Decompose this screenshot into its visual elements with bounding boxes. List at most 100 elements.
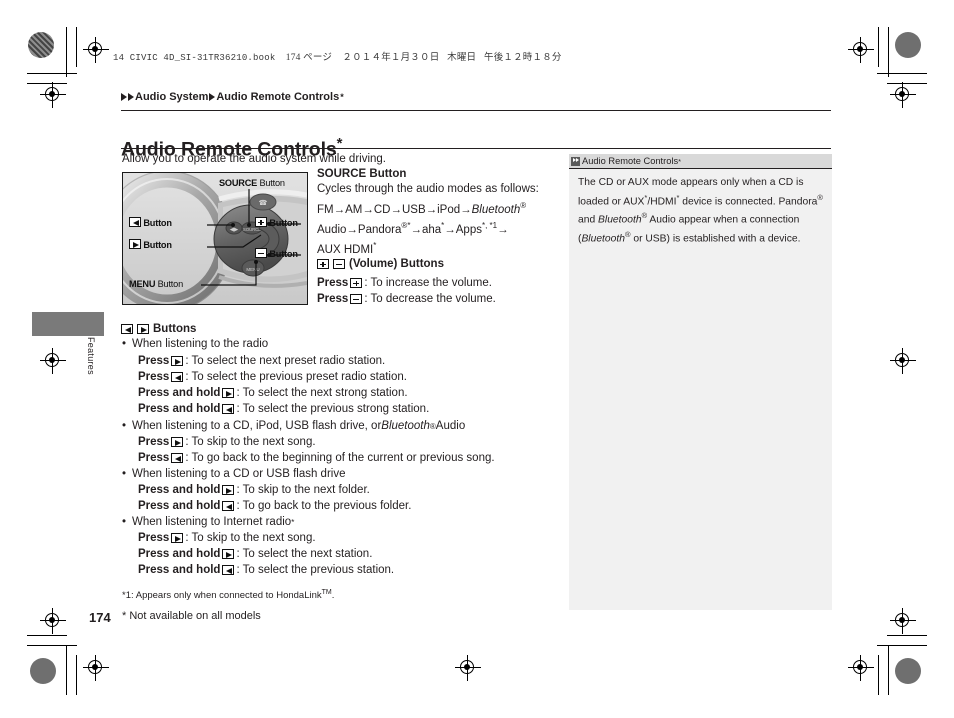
book-filename: 14 CIVIC 4D_SI-31TR36210.book xyxy=(113,53,276,63)
note-text-part2: /HDMI xyxy=(647,195,677,207)
lr-g3-bullet-sup: * xyxy=(291,517,295,527)
lr-section-heading: Buttons xyxy=(121,323,196,335)
chevron-right-icon xyxy=(121,93,127,101)
lr-g1-bullet-a: When listening to a CD, iPod, USB flash … xyxy=(132,420,382,432)
lr-g3-r2-press: Press and hold xyxy=(138,564,221,576)
section-thumb-tab xyxy=(32,312,104,336)
registration-mark-bottom-left xyxy=(40,608,66,634)
breadcrumb-item-audio-system[interactable]: Audio System xyxy=(135,91,208,103)
footnote-hondalink-b: . xyxy=(331,590,335,602)
right-arrow-icon xyxy=(137,324,149,334)
lr-g1-r1-press: Press xyxy=(138,452,170,464)
steering-wheel-figure: ☎ ◀▶ SOURCE + – MENU xyxy=(122,172,308,305)
figure-label-plus-button: Button xyxy=(255,217,298,228)
source-chain-line3: AUX HDMI* xyxy=(317,238,547,258)
page-number: 174 xyxy=(89,610,111,625)
figure-label-plus-text: Button xyxy=(269,218,298,228)
list-item: Press : To skip to the next song. xyxy=(138,532,316,544)
figure-label-menu-button: MENU Button xyxy=(129,279,183,289)
bullet-icon: • xyxy=(122,420,127,432)
list-item: Press : To go back to the beginning of t… xyxy=(138,452,495,464)
print-density-blob-top-right xyxy=(895,32,921,58)
right-arrow-icon xyxy=(171,437,184,447)
plus-icon xyxy=(317,259,329,269)
registration-mark-left-mid xyxy=(40,348,66,374)
right-arrow-icon xyxy=(129,239,141,249)
source-chain-2f: →Apps xyxy=(444,223,482,236)
lr-g1-r0-text: : To skip to the next song. xyxy=(185,436,316,448)
left-arrow-icon xyxy=(171,453,184,463)
lr-g0-r0-text: : To select the next preset radio statio… xyxy=(185,355,386,367)
list-item: Press and hold : To select the next stat… xyxy=(138,548,372,560)
minus-icon xyxy=(255,248,267,258)
book-time: 午後１２時１８分 xyxy=(484,53,562,63)
figure-label-minus-button: Button xyxy=(255,248,298,259)
bullet-icon: • xyxy=(122,338,127,350)
footnote-not-available: * Not available on all models xyxy=(122,610,261,622)
figure-label-left-button: Button xyxy=(129,217,172,228)
note-text-italic2: Bluetooth xyxy=(581,233,625,245)
print-density-blob-bottom-left xyxy=(30,658,56,684)
lr-g2-r1-press: Press and hold xyxy=(138,500,221,512)
list-item: • When listening to a CD or USB flash dr… xyxy=(122,468,345,480)
figure-label-menu: MENU xyxy=(129,279,156,289)
volume-row-increase-press: Press xyxy=(317,277,349,289)
lr-g2-r1-text: : To go back to the previous folder. xyxy=(236,500,412,512)
lr-g3-r0-text: : To skip to the next song. xyxy=(185,532,316,544)
minus-icon xyxy=(350,294,363,304)
lr-g0-r1-text: : To select the previous preset radio st… xyxy=(185,371,407,383)
breadcrumb-item-audio-remote-controls[interactable]: Audio Remote Controls xyxy=(216,91,339,103)
figure-label-left-text: Button xyxy=(143,218,172,228)
list-item: Press : To select the next preset radio … xyxy=(138,355,385,367)
source-chain-2g: *, *1 xyxy=(481,220,498,230)
figure-label-source: SOURCE xyxy=(219,178,258,188)
bookmark-icon xyxy=(571,156,580,166)
note-panel-tab-title: Audio Remote Controls xyxy=(582,156,679,166)
registration-mark-left-upper xyxy=(40,82,66,108)
source-chain-3a: AUX HDMI xyxy=(317,243,374,256)
note-sup-3: ® xyxy=(817,192,823,202)
right-arrow-icon xyxy=(171,356,184,366)
source-button-section: SOURCE Button Cycles through the audio m… xyxy=(317,167,547,258)
trim-line-top-left-c xyxy=(27,83,67,84)
volume-heading-text: (Volume) Buttons xyxy=(349,258,444,270)
lr-g3-r0-press: Press xyxy=(138,532,170,544)
list-item: • When listening to Internet radio * xyxy=(122,516,294,528)
lr-g0-r0-press: Press xyxy=(138,355,170,367)
lr-g0-bullet-text: When listening to the radio xyxy=(132,338,269,350)
note-panel-tab-asterisk: * xyxy=(678,156,682,166)
lr-g3-r1-text: : To select the next station. xyxy=(236,548,373,560)
print-density-blob-bottom-right xyxy=(895,658,921,684)
book-date: ２０１４年１月３０日 xyxy=(342,53,440,63)
lr-g0-r1-press: Press xyxy=(138,371,170,383)
right-arrow-icon xyxy=(222,549,235,559)
registration-mark-bottom-center xyxy=(455,655,481,681)
right-arrow-icon xyxy=(171,533,184,543)
source-section-heading: SOURCE Button xyxy=(317,168,407,180)
note-panel-body: The CD or AUX mode appears only when a C… xyxy=(569,168,832,610)
lr-g0-r2-text: : To select the next strong station. xyxy=(236,387,408,399)
trim-line-top-right-d xyxy=(878,27,879,67)
source-chain-line2: Audio→Pandora®*→aha*→Apps*, *1→ xyxy=(317,218,547,238)
note-text-italic1: Bluetooth xyxy=(598,214,642,226)
note-text-part3: device is connected. Pandora xyxy=(679,195,818,207)
list-item: Press and hold : To select the previous … xyxy=(138,403,429,415)
footnote-hondalink-a: *1: Appears only when connected to Honda… xyxy=(122,590,322,602)
lr-g0-r2-press: Press and hold xyxy=(138,387,221,399)
lr-g1-bullet-b: Audio xyxy=(435,420,466,432)
left-arrow-icon xyxy=(222,404,235,414)
lr-g1-r0-press: Press xyxy=(138,436,170,448)
figure-label-menu-suffix: Button xyxy=(155,279,184,289)
trim-line-bottom-left-c xyxy=(27,635,67,636)
volume-row-increase-text: : To increase the volume. xyxy=(364,277,492,289)
lr-g3-r2-text: : To select the previous station. xyxy=(236,564,395,576)
breadcrumb: Audio System Audio Remote Controls * xyxy=(121,91,344,103)
list-item: Press and hold : To go back to the previ… xyxy=(138,500,411,512)
trim-line-bottom-right-a xyxy=(877,645,927,646)
trim-line-top-left-b xyxy=(66,27,67,77)
trim-line-bottom-left-b xyxy=(66,645,67,695)
list-item: Press : To skip to the next song. xyxy=(138,436,316,448)
registration-mark-bottom-right-2 xyxy=(848,655,874,681)
chevron-right-icon xyxy=(209,93,216,101)
trim-line-top-left-d xyxy=(76,27,77,67)
